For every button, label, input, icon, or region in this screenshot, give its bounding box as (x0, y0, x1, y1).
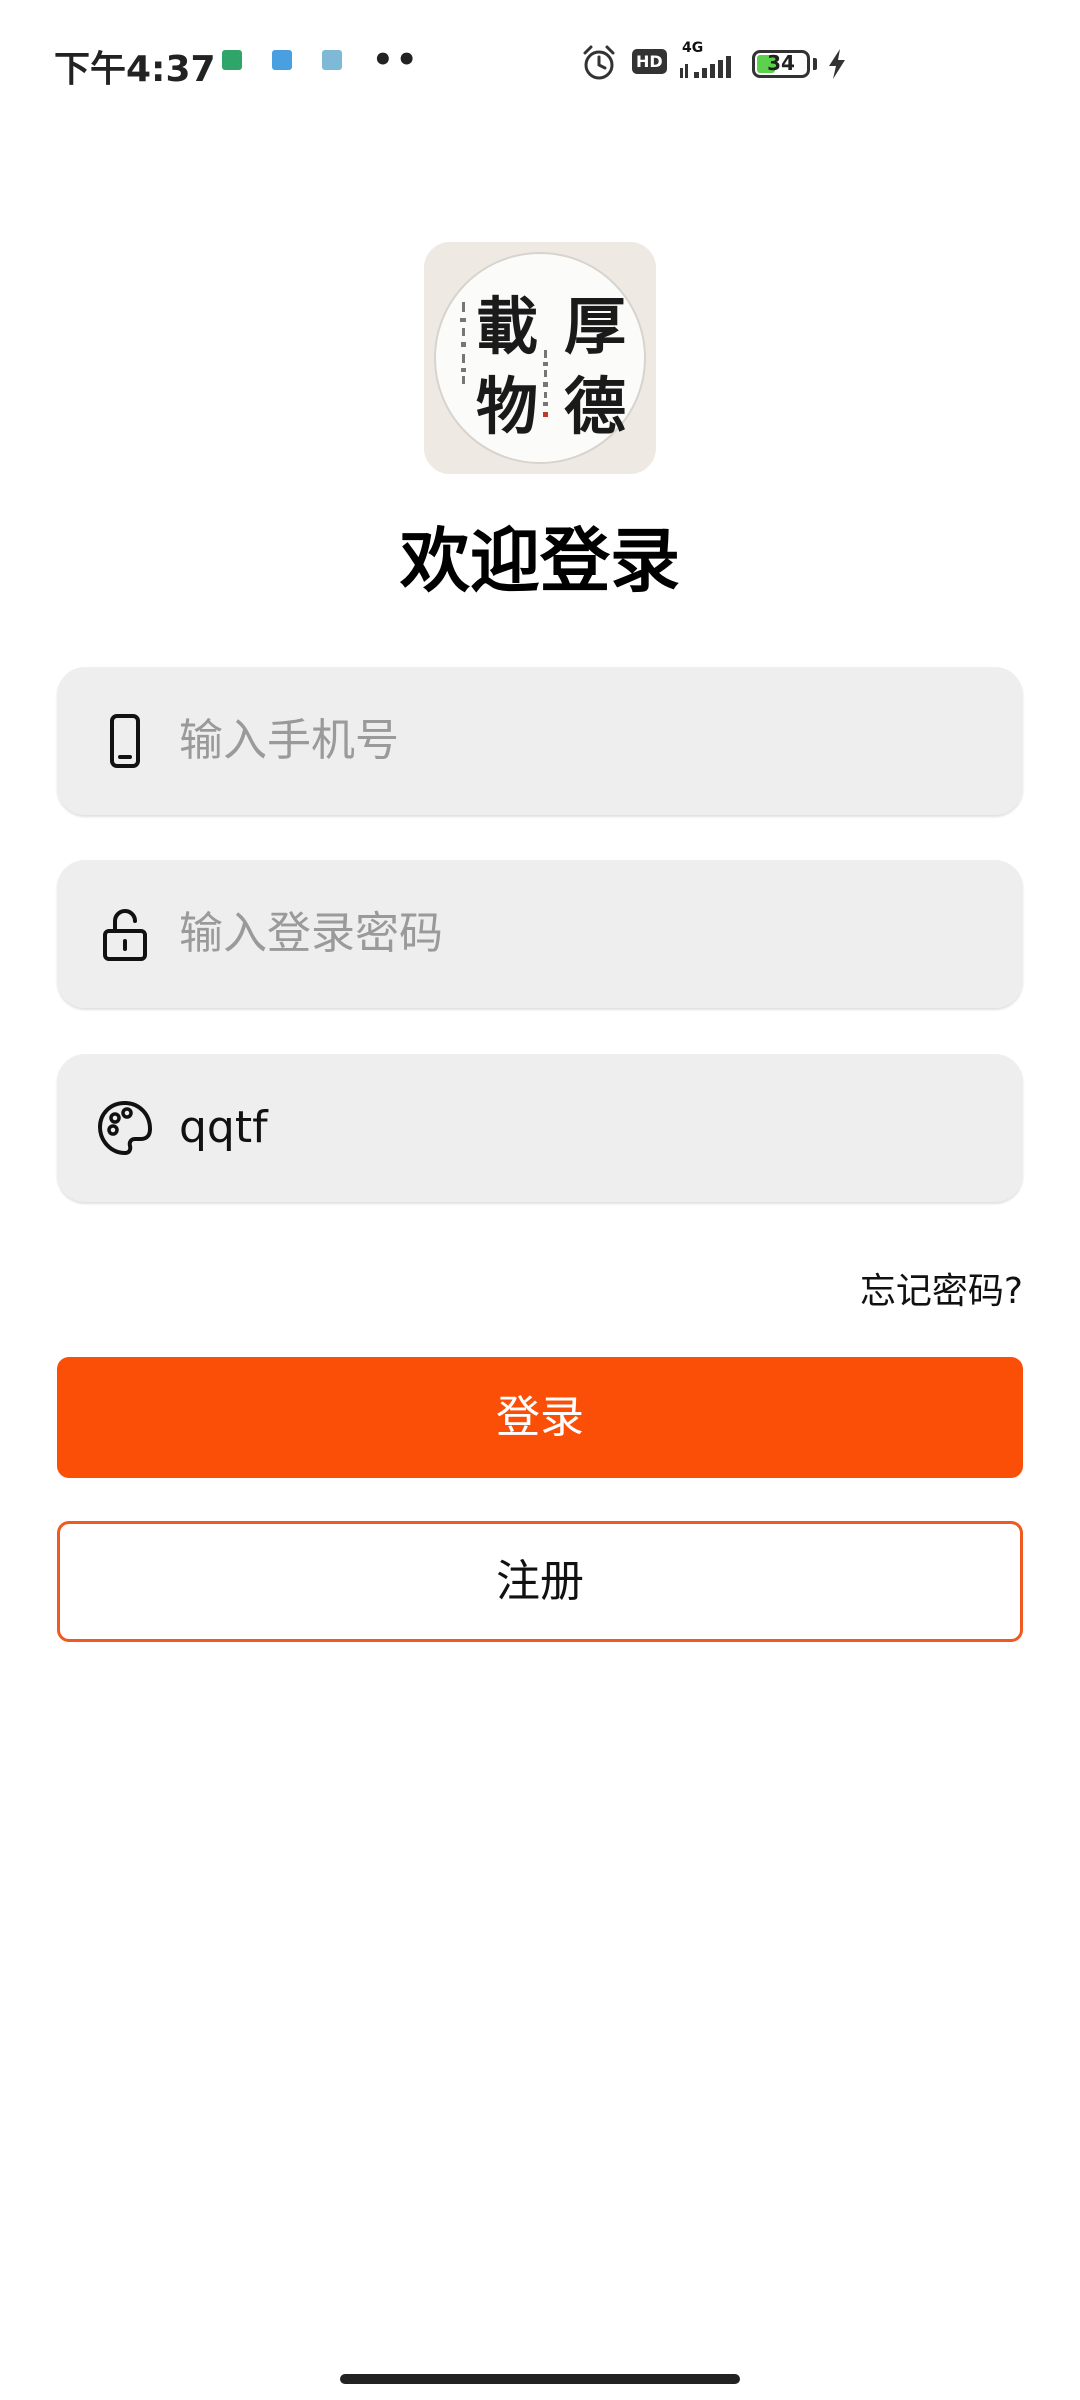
doc-notification-icon (272, 50, 292, 70)
home-indicator[interactable] (340, 2374, 740, 2384)
logo-char-4: 物 (476, 370, 538, 443)
status-bar: 下午4:37 •• HD 4G 34 (0, 0, 1080, 130)
phone-input[interactable]: 输入手机号 (179, 667, 399, 815)
password-field[interactable]: 输入登录密码 (57, 860, 1023, 1008)
charging-icon (829, 49, 845, 79)
sheet-notification-icon (222, 50, 242, 70)
login-button[interactable]: 登录 (57, 1357, 1023, 1478)
password-input[interactable]: 输入登录密码 (179, 860, 443, 1008)
app-logo: 厚 德 載 物 (424, 242, 656, 474)
hd-badge: HD (632, 49, 667, 74)
more-notifications-icon: •• (372, 40, 420, 80)
logo-char-2: 德 (564, 370, 626, 443)
unlock-icon (103, 909, 147, 961)
logo-char-1: 厚 (564, 290, 626, 363)
logo-char-3: 載 (476, 290, 538, 363)
battery-icon: 34 (752, 50, 810, 78)
palette-icon (98, 1101, 152, 1155)
calligraphy-seal-image: 厚 德 載 物 (424, 242, 656, 474)
notification-icons (222, 50, 342, 70)
battery-cap (813, 58, 817, 70)
page-title: 欢迎登录 (400, 520, 680, 602)
battery-level: 34 (767, 51, 795, 75)
captcha-input[interactable]: qqtf (179, 1054, 268, 1202)
status-time: 下午4:37 (54, 49, 216, 90)
phone-field[interactable]: 输入手机号 (57, 667, 1023, 815)
captcha-field[interactable]: qqtf (57, 1054, 1023, 1202)
phone-icon (110, 714, 140, 768)
signal-icon (680, 56, 731, 78)
app-notification-icon (322, 50, 342, 70)
alarm-icon (583, 45, 615, 80)
register-button[interactable]: 注册 (57, 1521, 1023, 1642)
forgot-password-link[interactable]: 忘记密码? (860, 1262, 1023, 1314)
